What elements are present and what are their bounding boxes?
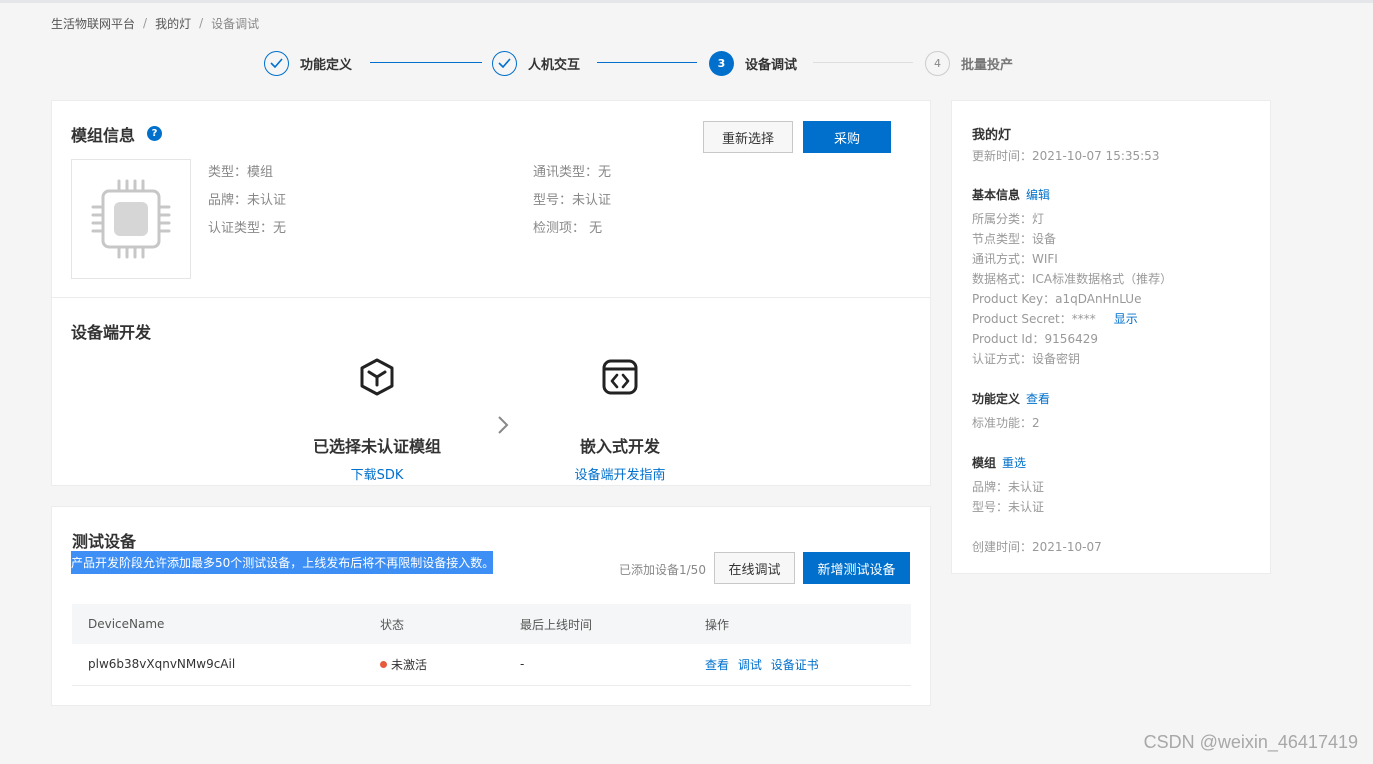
sdk-column: 已选择未认证模组 下载SDK [277, 357, 477, 483]
debug-link[interactable]: 调试 [738, 658, 762, 672]
device-cert-link[interactable]: 设备证书 [771, 658, 819, 672]
created-time: 创建时间：2021-10-07 [972, 540, 1102, 554]
step-label: 功能定义 [300, 57, 353, 73]
step-label: 批量投产 [961, 57, 1014, 73]
status-cell: 未激活 [380, 644, 520, 686]
breadcrumb-separator: / [143, 16, 148, 30]
category: 所属分类：灯 [972, 212, 1045, 226]
test-device-title: 测试设备 [72, 532, 137, 551]
dev-guide-link[interactable]: 设备端开发指南 [520, 464, 720, 483]
module-cert-type: 认证类型：无 [208, 221, 287, 236]
breadcrumb-product[interactable]: 我的灯 [155, 15, 191, 32]
product-secret: Product Secret：**** [972, 312, 1096, 326]
product-info-panel: 我的灯 更新时间：2021-10-07 15:35:53 基本信息 编辑 所属分类… [951, 100, 1271, 574]
product-secret-row: Product Secret：**** 显示 [972, 310, 1143, 327]
download-sdk-link[interactable]: 下载SDK [277, 464, 477, 483]
view-link[interactable]: 查看 [705, 658, 729, 672]
module-comm-type: 通讯类型：无 [533, 165, 612, 180]
watermark: CSDN @weixin_46417419 [1143, 732, 1358, 752]
reselect-button[interactable]: 重新选择 [703, 121, 793, 153]
last-online-cell: - [520, 644, 705, 686]
basic-info-title: 基本信息 [972, 188, 1021, 202]
step-label: 设备调试 [745, 57, 798, 73]
view-function-link[interactable]: 查看 [1026, 392, 1050, 406]
table-header: DeviceName 状态 最后上线时间 操作 [72, 604, 911, 644]
step-label: 人机交互 [528, 57, 581, 73]
col-last-online: 最后上线时间 [520, 604, 705, 644]
cube-icon [277, 357, 477, 397]
basic-info-header: 基本信息 编辑 [972, 186, 1055, 203]
status-dot-icon [380, 660, 387, 668]
step-device-debug[interactable]: 3 设备调试 [709, 50, 797, 76]
online-debug-button[interactable]: 在线调试 [714, 552, 795, 584]
breadcrumb-platform[interactable]: 生活物联网平台 [51, 15, 135, 32]
test-device-notice: 产品开发阶段允许添加最多50个测试设备，上线发布后将不再限制设备接入数。 [71, 551, 493, 574]
step-number: 4 [925, 50, 950, 76]
status-text: 未激活 [391, 657, 428, 672]
device-dev-title: 设备端开发 [71, 323, 152, 342]
module-model: 型号：未认证 [533, 193, 612, 208]
actions-cell: 查看 调试 设备证书 [705, 644, 911, 686]
updated-time: 更新时间：2021-10-07 15:35:53 [972, 149, 1160, 163]
module-brand: 品牌：未认证 [208, 193, 287, 208]
breadcrumb-separator: / [199, 16, 204, 30]
selected-module-title: 已选择未认证模组 [312, 437, 441, 456]
add-test-device-button[interactable]: 新增测试设备 [803, 552, 910, 584]
module-title: 模组信息 [71, 126, 136, 145]
breadcrumb: 生活物联网平台 / 我的灯 / 设备调试 [51, 14, 259, 32]
step-connector [813, 62, 913, 63]
node-type: 节点类型：设备 [972, 232, 1057, 246]
module-check: 检测项： 无 [533, 221, 603, 236]
top-border [0, 0, 1373, 3]
col-device-name: DeviceName [72, 604, 380, 644]
standard-functions: 标准功能：2 [972, 416, 1040, 430]
added-count: 已添加设备1/50 [619, 563, 706, 577]
device-table: DeviceName 状态 最后上线时间 操作 plw6b38vXqnvNMw9… [72, 604, 911, 686]
data-format: 数据格式：ICA标准数据格式（推荐） [972, 272, 1173, 286]
step-number: 3 [709, 50, 734, 76]
module-type: 类型：模组 [208, 165, 274, 180]
breadcrumb-current: 设备调试 [211, 16, 260, 31]
product-id: Product Id：9156429 [972, 332, 1098, 346]
help-icon[interactable]: ? [147, 126, 162, 141]
function-def-header: 功能定义 查看 [972, 390, 1055, 407]
step-function-definition[interactable]: 功能定义 [264, 50, 352, 76]
auth-method: 认证方式：设备密钥 [972, 352, 1081, 366]
test-device-card: 测试设备 产品开发阶段允许添加最多50个测试设备，上线发布后将不再限制设备接入数… [51, 506, 931, 706]
comm-method: 通讯方式：WIFI [972, 252, 1058, 266]
chevron-right-icon [497, 415, 509, 440]
check-icon [492, 50, 517, 76]
table-row: plw6b38vXqnvNMw9cAil 未激活 - 查看 调试 设备证书 [72, 644, 911, 686]
col-status: 状态 [380, 604, 520, 644]
module-panel-title: 模组 [972, 456, 997, 470]
embedded-title: 嵌入式开发 [579, 437, 660, 456]
chip-icon [91, 179, 171, 259]
step-connector [370, 62, 482, 63]
module-image [71, 159, 191, 279]
reselect-module-link[interactable]: 重选 [1002, 456, 1026, 470]
check-icon [264, 50, 289, 76]
module-header: 模组 重选 [972, 454, 1031, 471]
purchase-button[interactable]: 采购 [803, 121, 891, 153]
code-window-icon [520, 357, 720, 397]
show-secret-link[interactable]: 显示 [1114, 312, 1138, 326]
embedded-column: 嵌入式开发 设备端开发指南 [520, 357, 720, 483]
module-brand-info: 品牌：未认证 [972, 480, 1045, 494]
section-divider [52, 297, 930, 298]
edit-link[interactable]: 编辑 [1026, 188, 1050, 202]
device-name-cell: plw6b38vXqnvNMw9cAil [72, 644, 380, 686]
step-connector [597, 62, 697, 63]
function-def-title: 功能定义 [972, 392, 1021, 406]
step-mass-production[interactable]: 4 批量投产 [925, 50, 1013, 76]
product-key: Product Key：a1qDAnHnLUe [972, 292, 1142, 306]
product-name: 我的灯 [972, 128, 1012, 143]
module-model-info: 型号：未认证 [972, 500, 1045, 514]
step-hmi[interactable]: 人机交互 [492, 50, 580, 76]
col-actions: 操作 [705, 604, 911, 644]
module-card: 模组信息 ? 重新选择 采购 类型：模组 品牌：未认证 认证类型：无 通讯类型：… [51, 100, 931, 486]
